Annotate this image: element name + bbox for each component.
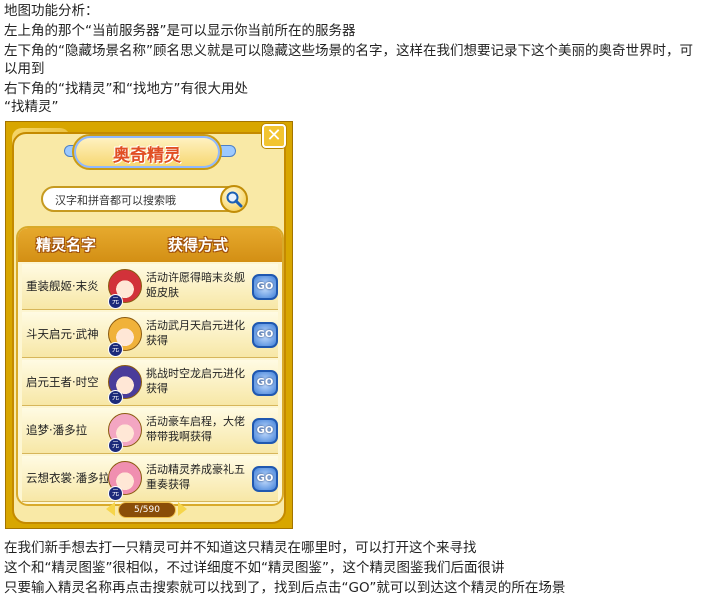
paragraph-newbie: 在我们新手想去打一只精灵可并不知道这只精灵在哪里时，可以打开这个来寻找 — [4, 540, 477, 556]
paragraph-find-sprite-title: “找精灵” — [4, 99, 59, 115]
article-heading: 地图功能分析： — [4, 3, 99, 19]
list-item: 云想衣裳·潘多拉 元 活动精灵养成豪礼五重奏获得 GO — [22, 456, 278, 502]
go-button[interactable]: GO — [252, 274, 278, 300]
sprite-name: 追梦·潘多拉 — [26, 423, 88, 437]
paragraph-find-tools: 右下角的“找精灵”和“找地方”有很大用处 — [4, 81, 248, 97]
list-item: 启元王者·时空 元 挑战时空龙启元进化获得 GO — [22, 360, 278, 406]
element-badge-icon: 元 — [108, 486, 123, 501]
obtain-method: 活动豪车启程，大佬带带我啊获得 — [146, 415, 245, 443]
panel-title-plaque: 奥奇精灵 — [72, 134, 222, 170]
sprite-name: 启元王者·时空 — [26, 375, 99, 389]
search-icon — [226, 191, 243, 208]
paragraph-compare-guide: 这个和“精灵图鉴”很相似，不过详细度不如“精灵图鉴”，这个精灵图鉴我们后面很讲 — [4, 560, 505, 576]
sprite-list: 精灵名字 获得方式 重装舰姬·末炎 元 活动许愿得暗末炎舰姬皮肤 GO 斗天启元… — [16, 226, 284, 506]
paragraph-hide-scene: 左下角的“隐藏场景名称”顾名思义就是可以隐藏这些场景的名字，这样在我们想要记录下… — [4, 43, 693, 77]
sprite-name: 重装舰姬·末炎 — [26, 279, 99, 293]
sprite-name: 斗天启元·武神 — [26, 327, 99, 341]
paragraph-how-to: 只要输入精灵名称再点击搜索就可以找到了，找到后点击“GO”就可以到达这个精灵的所… — [4, 580, 566, 596]
search-input[interactable] — [53, 190, 217, 210]
obtain-method: 活动精灵养成豪礼五重奏获得 — [146, 463, 245, 491]
column-header-method: 获得方式 — [168, 236, 229, 254]
obtain-method: 挑战时空龙启元进化获得 — [146, 367, 245, 395]
go-button[interactable]: GO — [252, 322, 278, 348]
next-page-arrow-icon[interactable] — [178, 502, 187, 516]
page-indicator: 5/590 — [118, 502, 176, 518]
element-badge-icon: 元 — [108, 294, 123, 309]
element-badge-icon: 元 — [108, 438, 123, 453]
obtain-method: 活动许愿得暗末炎舰姬皮肤 — [146, 271, 245, 299]
close-button[interactable]: ✕ — [262, 124, 286, 148]
go-button[interactable]: GO — [252, 370, 278, 396]
go-button[interactable]: GO — [252, 418, 278, 444]
search-button[interactable] — [220, 185, 248, 213]
go-button[interactable]: GO — [252, 466, 278, 492]
search-field[interactable] — [41, 186, 247, 212]
paragraph-server: 左上角的那个“当前服务器”是可以显示你当前所在的服务器 — [4, 23, 356, 39]
list-item: 重装舰姬·末炎 元 活动许愿得暗末炎舰姬皮肤 GO — [22, 264, 278, 310]
list-header: 精灵名字 获得方式 — [18, 228, 282, 262]
previous-page-arrow-icon[interactable] — [106, 502, 115, 516]
column-header-name: 精灵名字 — [36, 236, 97, 254]
element-badge-icon: 元 — [108, 390, 123, 405]
list-item: 斗天启元·武神 元 活动武月天启元进化获得 GO — [22, 312, 278, 358]
panel-title: 奥奇精灵 — [113, 146, 181, 166]
element-badge-icon: 元 — [108, 342, 123, 357]
sprite-name: 云想衣裳·潘多拉 — [26, 471, 108, 485]
list-item: 追梦·潘多拉 元 活动豪车启程，大佬带带我啊获得 GO — [22, 408, 278, 454]
obtain-method: 活动武月天启元进化获得 — [146, 319, 245, 347]
find-sprite-panel: 奥奇精灵 ✕ 精灵名字 获得方式 重装舰姬·末炎 元 活动许愿得暗末炎舰姬皮肤 … — [5, 121, 293, 529]
